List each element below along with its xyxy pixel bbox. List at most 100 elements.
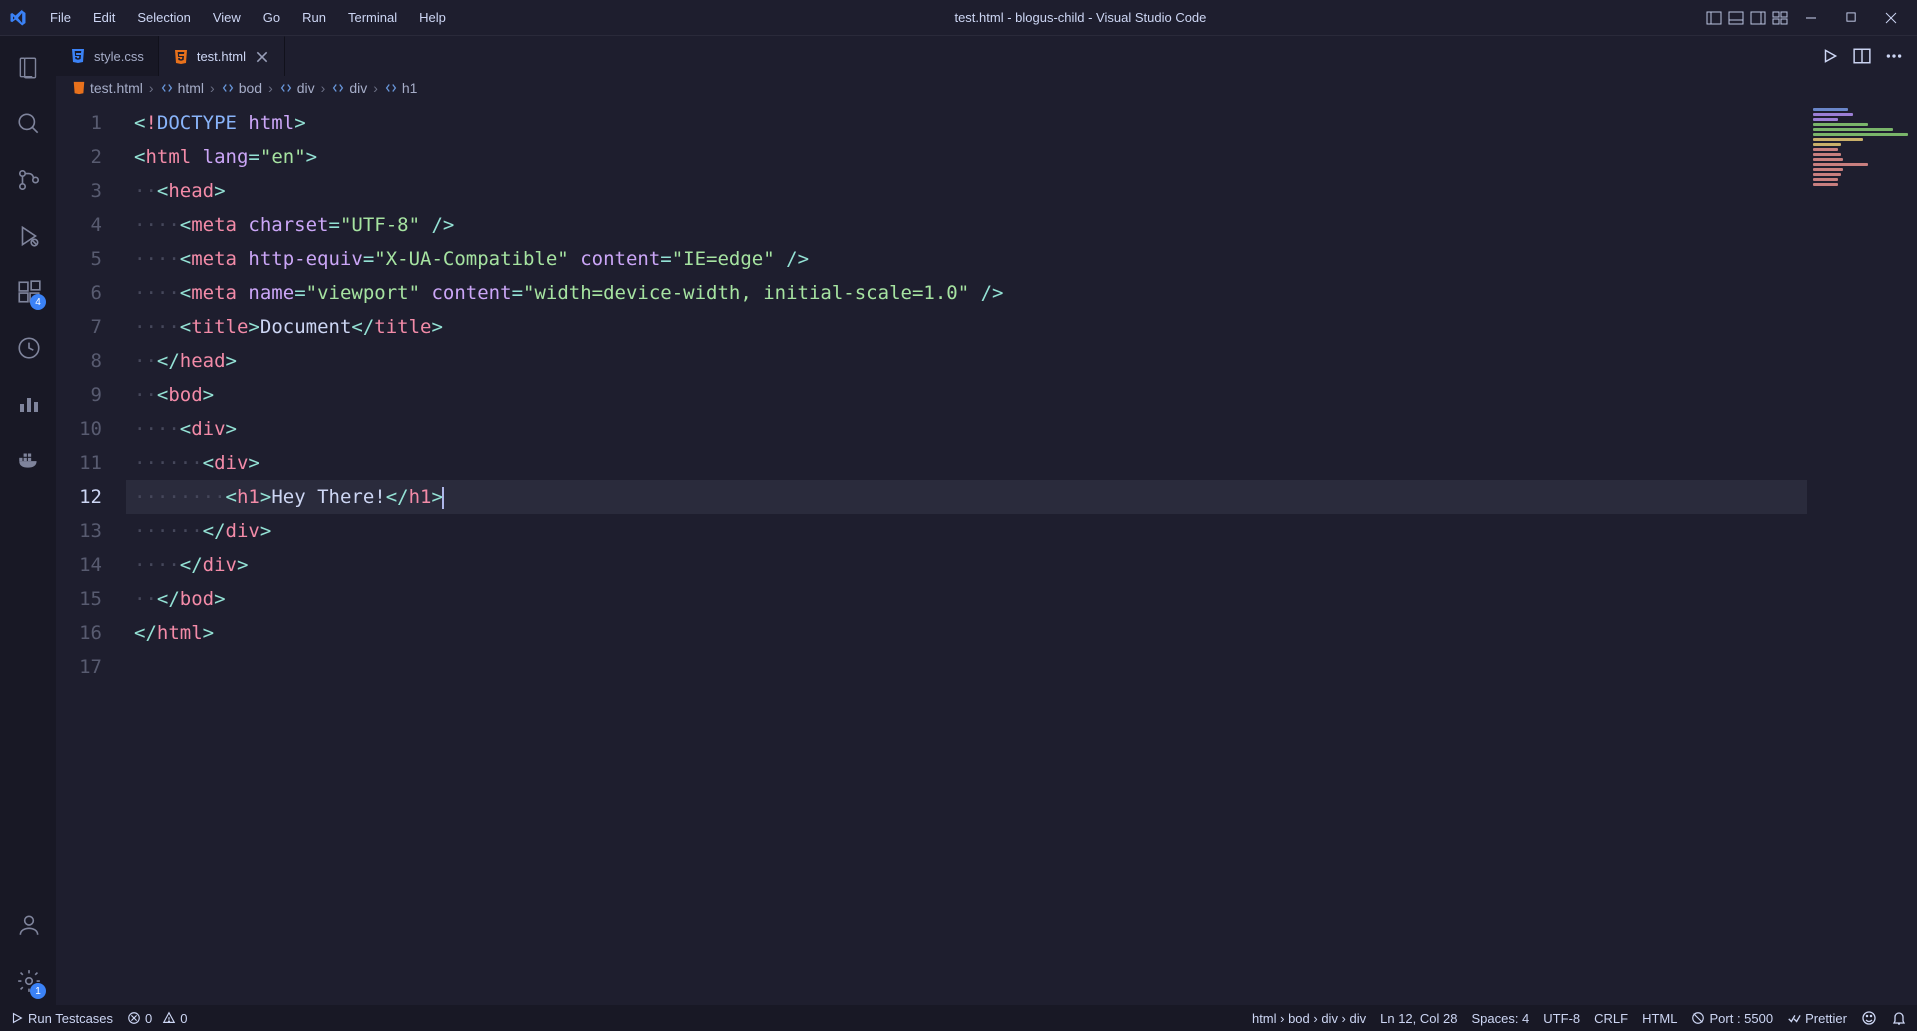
menu-selection[interactable]: Selection	[127, 6, 200, 29]
docker-icon[interactable]	[4, 436, 52, 484]
code-line[interactable]: ····<meta name="viewport" content="width…	[126, 276, 1807, 310]
search-icon[interactable]	[4, 100, 52, 148]
run-testcases-button[interactable]: Run Testcases	[10, 1011, 113, 1026]
minimap-line	[1813, 118, 1838, 121]
tab-style-css[interactable]: style.css	[56, 36, 159, 76]
problems-button[interactable]: 0 0	[127, 1011, 187, 1026]
errors-count: 0	[145, 1011, 152, 1026]
breadcrumb-item[interactable]: div	[331, 80, 367, 96]
code-line[interactable]: <html lang="en">	[126, 140, 1807, 174]
source-control-icon[interactable]	[4, 156, 52, 204]
line-number: 2	[56, 140, 126, 174]
close-icon[interactable]	[254, 49, 270, 65]
line-number: 13	[56, 514, 126, 548]
status-port[interactable]: Port : 5500	[1691, 1011, 1773, 1026]
line-number: 12	[56, 480, 126, 514]
breadcrumb-item[interactable]: div	[279, 80, 315, 96]
breadcrumb-item[interactable]: h1	[384, 80, 418, 96]
accounts-icon[interactable]	[4, 901, 52, 949]
layout-customize-icon[interactable]	[1771, 9, 1789, 27]
status-feedback-icon[interactable]	[1861, 1010, 1877, 1026]
status-eol[interactable]: CRLF	[1594, 1011, 1628, 1026]
brackets-icon	[331, 81, 345, 95]
minimap-line	[1813, 138, 1863, 141]
minimap-line	[1813, 158, 1843, 161]
code-line[interactable]: ······</div>	[126, 514, 1807, 548]
code-line[interactable]: ····</div>	[126, 548, 1807, 582]
extensions-badge: 4	[30, 294, 46, 310]
status-prettier[interactable]: Prettier	[1787, 1011, 1847, 1026]
code-editor[interactable]: 1234567891011121314151617 <!DOCTYPE html…	[56, 100, 1917, 1005]
split-editor-icon[interactable]	[1851, 45, 1873, 67]
settings-gear-icon[interactable]: 1	[4, 957, 52, 1005]
code-content[interactable]: <!DOCTYPE html><html lang="en">··<head>·…	[126, 100, 1807, 1005]
close-button[interactable]	[1873, 4, 1909, 32]
line-number: 3	[56, 174, 126, 208]
breadcrumb-separator: ›	[321, 80, 326, 96]
menu-terminal[interactable]: Terminal	[338, 6, 407, 29]
minimap-line	[1813, 133, 1908, 136]
line-number: 4	[56, 208, 126, 242]
code-line[interactable]: ········<h1>Hey There!</h1>	[126, 480, 1807, 514]
line-number: 9	[56, 378, 126, 412]
minimap-line	[1813, 163, 1868, 166]
status-spaces[interactable]: Spaces: 4	[1471, 1011, 1529, 1026]
tab-test-html[interactable]: test.html	[159, 36, 285, 76]
code-line[interactable]: ····<title>Document</title>	[126, 310, 1807, 344]
live-share-icon[interactable]	[4, 324, 52, 372]
code-line[interactable]	[126, 650, 1807, 684]
minimap-line	[1813, 148, 1838, 151]
status-bell-icon[interactable]	[1891, 1010, 1907, 1026]
layout-panel-left-icon[interactable]	[1705, 9, 1723, 27]
code-line[interactable]: ····<div>	[126, 412, 1807, 446]
code-line[interactable]: ····<meta http-equiv="X-UA-Compatible" c…	[126, 242, 1807, 276]
breadcrumb-item[interactable]: test.html	[72, 80, 143, 96]
status-position[interactable]: Ln 12, Col 28	[1380, 1011, 1457, 1026]
status-path[interactable]: html › bod › div › div	[1252, 1011, 1366, 1026]
text-cursor	[442, 487, 444, 509]
menu-view[interactable]: View	[203, 6, 251, 29]
line-number: 14	[56, 548, 126, 582]
minimize-button[interactable]	[1793, 4, 1829, 32]
run-testcases-label: Run Testcases	[28, 1011, 113, 1026]
brackets-icon	[160, 81, 174, 95]
code-line[interactable]: ··</bod>	[126, 582, 1807, 616]
menu-help[interactable]: Help	[409, 6, 456, 29]
code-line[interactable]: <!DOCTYPE html>	[126, 106, 1807, 140]
breadcrumb-item[interactable]: html	[160, 80, 204, 96]
minimap-line	[1813, 128, 1893, 131]
metrics-icon[interactable]	[4, 380, 52, 428]
extensions-icon[interactable]: 4	[4, 268, 52, 316]
code-line[interactable]: ··<bod>	[126, 378, 1807, 412]
code-line[interactable]: ····<meta charset="UTF-8" />	[126, 208, 1807, 242]
vscode-logo-icon	[8, 8, 28, 28]
status-language[interactable]: HTML	[1642, 1011, 1677, 1026]
code-line[interactable]: ··<head>	[126, 174, 1807, 208]
code-line[interactable]: ··</head>	[126, 344, 1807, 378]
minimap-line	[1813, 113, 1853, 116]
breadcrumb: test.html›html›bod›div›div›h1	[56, 76, 1917, 100]
run-debug-icon[interactable]	[4, 212, 52, 260]
minimap-line	[1813, 108, 1848, 111]
minimap[interactable]	[1807, 100, 1917, 1005]
menu-run[interactable]: Run	[292, 6, 336, 29]
line-number: 10	[56, 412, 126, 446]
code-line[interactable]: </html>	[126, 616, 1807, 650]
breadcrumb-separator: ›	[268, 80, 273, 96]
breadcrumb-item[interactable]: bod	[221, 80, 262, 96]
explorer-icon[interactable]	[4, 44, 52, 92]
code-line[interactable]: ······<div>	[126, 446, 1807, 480]
breadcrumb-separator: ›	[373, 80, 378, 96]
more-actions-icon[interactable]	[1883, 45, 1905, 67]
layout-panel-bottom-icon[interactable]	[1727, 9, 1745, 27]
menu-file[interactable]: File	[40, 6, 81, 29]
status-encoding[interactable]: UTF-8	[1543, 1011, 1580, 1026]
html-icon	[72, 81, 86, 95]
maximize-button[interactable]	[1833, 4, 1869, 32]
run-icon[interactable]	[1819, 45, 1841, 67]
menu-edit[interactable]: Edit	[83, 6, 125, 29]
layout-panel-right-icon[interactable]	[1749, 9, 1767, 27]
menu-go[interactable]: Go	[253, 6, 290, 29]
line-number: 15	[56, 582, 126, 616]
status-port-label: Port : 5500	[1709, 1011, 1773, 1026]
